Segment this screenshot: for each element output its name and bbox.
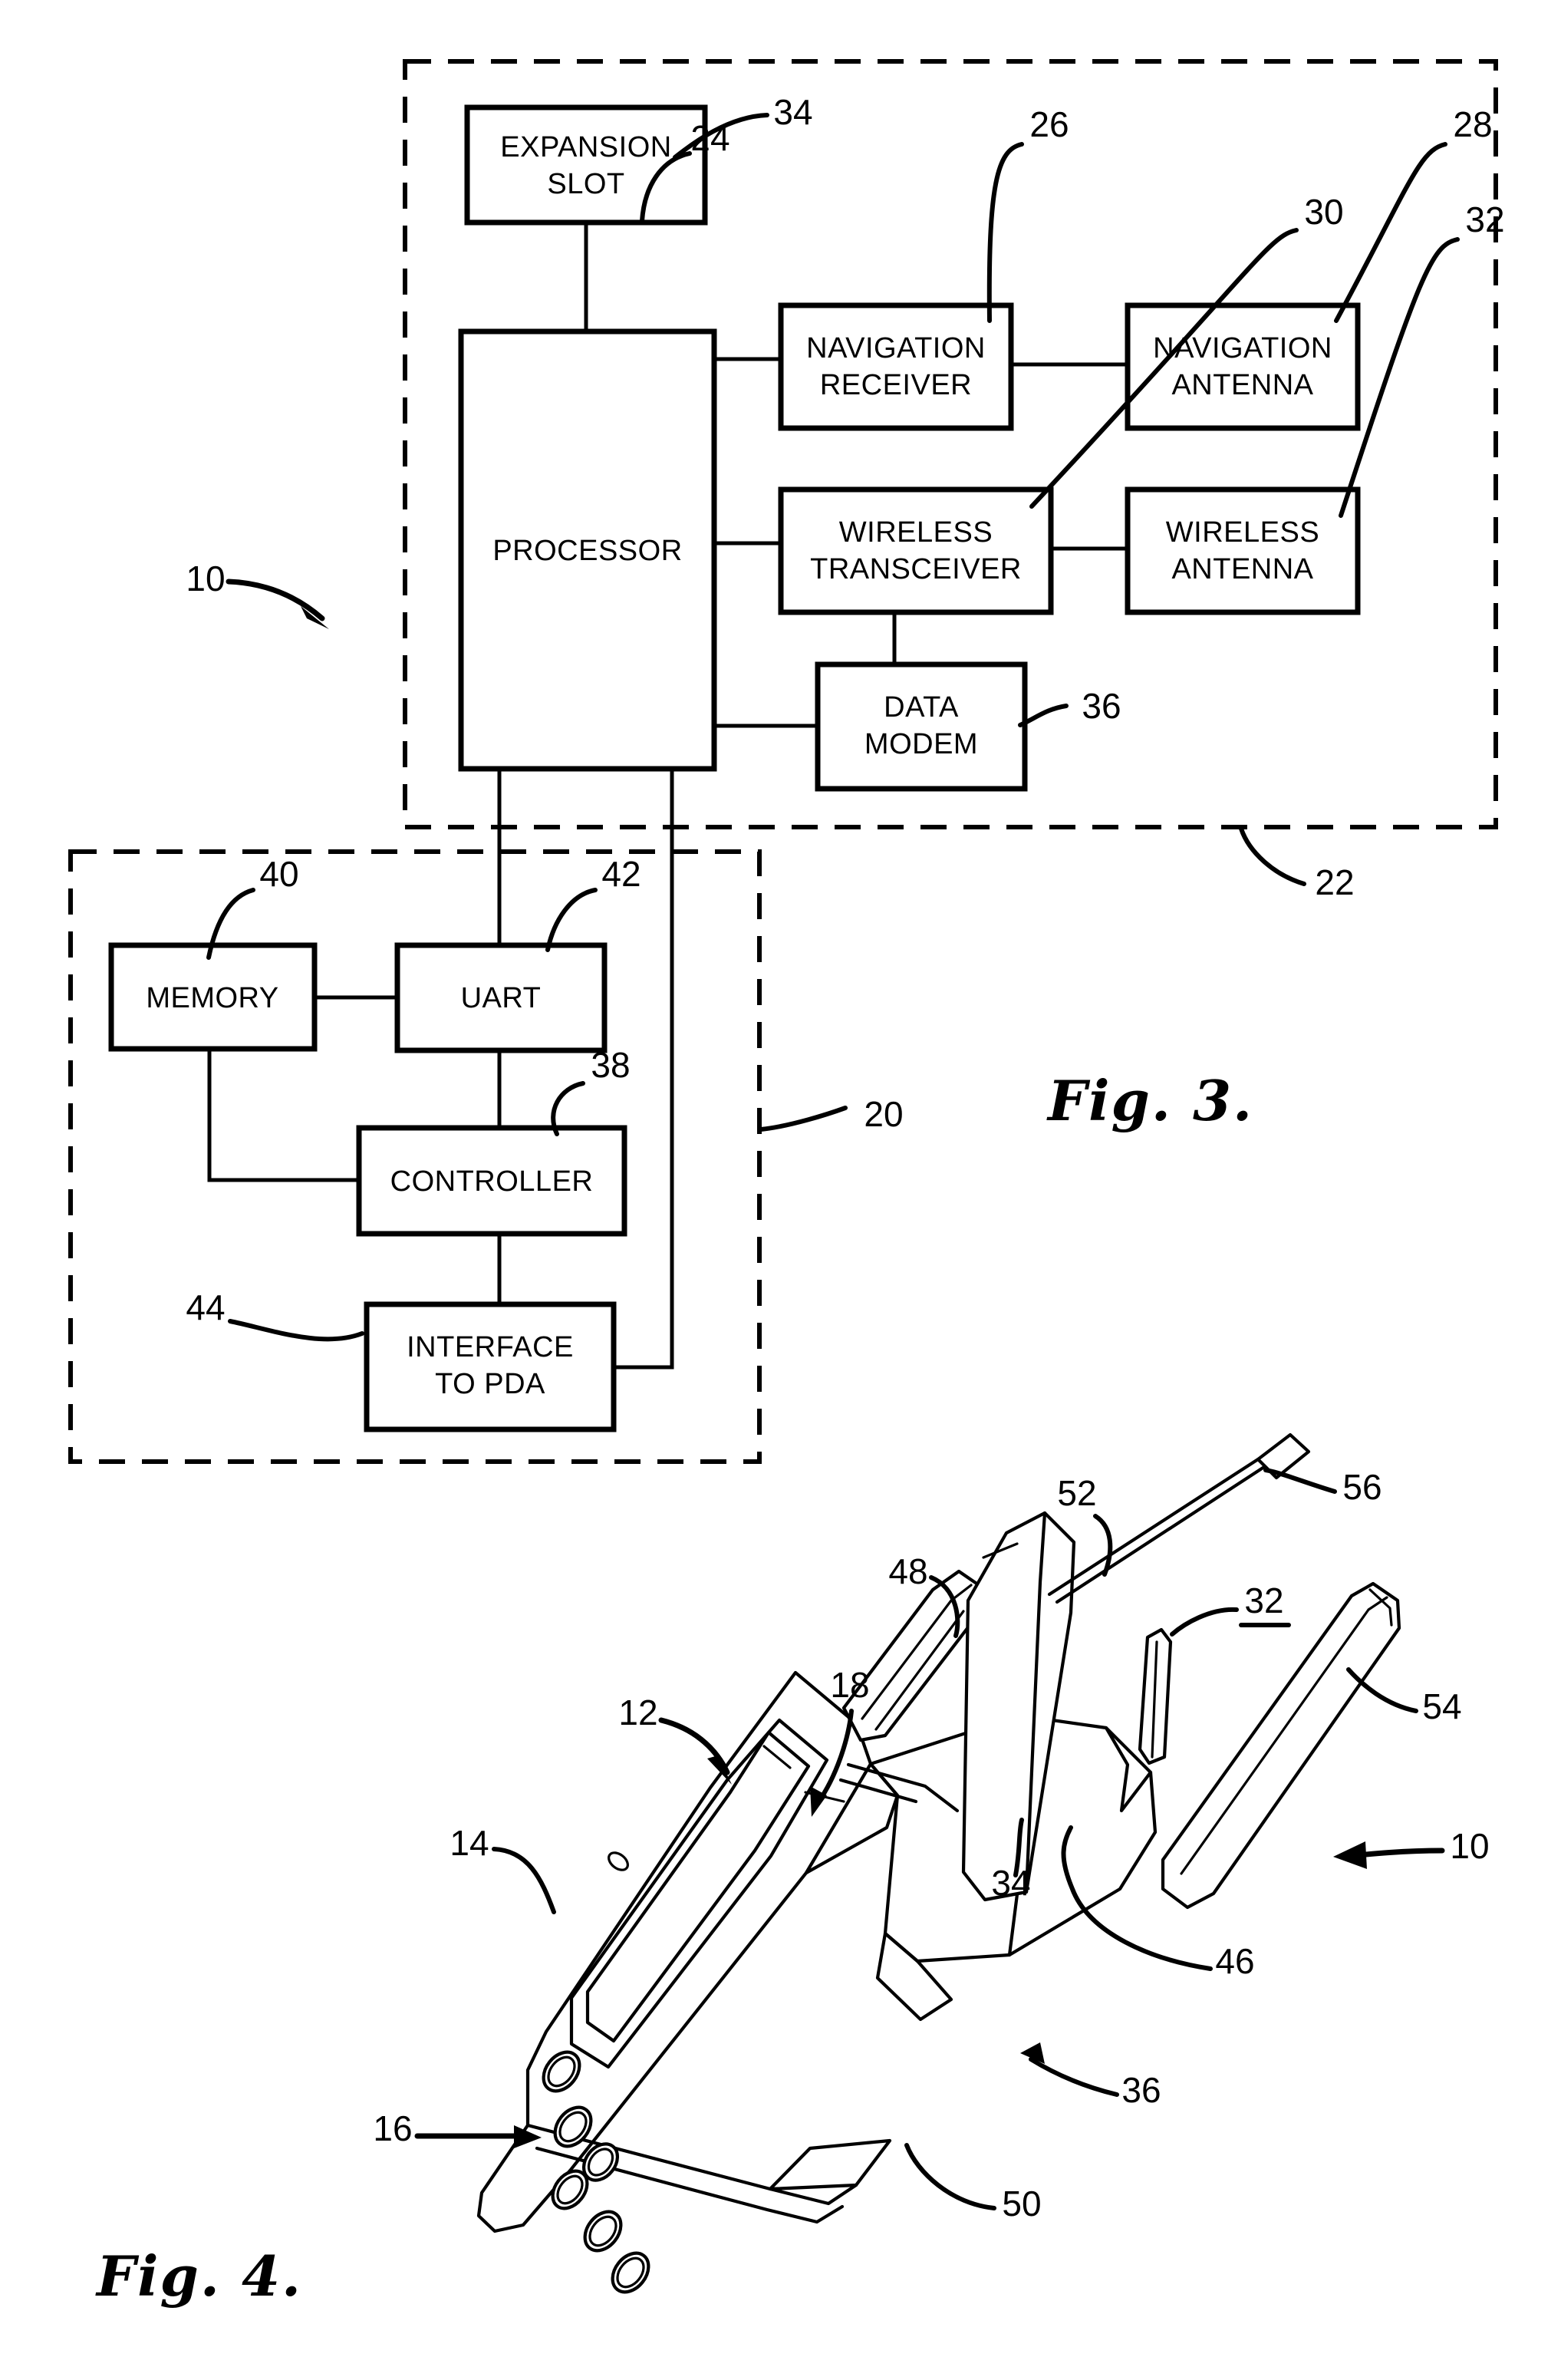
block-wireless-antenna-label-line1: WIRELESS bbox=[1166, 516, 1319, 549]
leader-50 bbox=[904, 2143, 996, 2210]
refnum-12: 12 bbox=[618, 1693, 657, 1732]
refnum-20: 20 bbox=[864, 1094, 903, 1134]
refnum-24: 24 bbox=[690, 118, 729, 158]
refnum-36-fig3: 36 bbox=[1082, 686, 1121, 726]
figure-4-group: 52 56 48 32 54 18 12 10 34 46 14 36 16 5… bbox=[95, 1432, 1490, 2309]
block-wireless-antenna-label-line2: ANTENNA bbox=[1171, 553, 1313, 585]
refnum-30: 30 bbox=[1304, 192, 1343, 232]
refnum-18: 18 bbox=[830, 1665, 869, 1705]
block-data-modem bbox=[815, 661, 1028, 792]
refnum-48: 48 bbox=[888, 1551, 927, 1591]
block-uart-label: UART bbox=[461, 982, 542, 1014]
block-wireless-antenna bbox=[1125, 486, 1361, 615]
block-data-modem-label-line2: MODEM bbox=[864, 728, 978, 760]
refnum-16: 16 bbox=[373, 2108, 412, 2148]
refnum-32-fig4: 32 bbox=[1244, 1581, 1283, 1620]
refnum-32-fig3: 32 bbox=[1465, 199, 1504, 239]
pda-bezel-hole bbox=[608, 1851, 629, 1871]
leader-30 bbox=[1029, 228, 1299, 509]
pda-button[interactable] bbox=[578, 2205, 628, 2258]
leader-52 bbox=[1093, 1514, 1113, 1577]
refnum-50: 50 bbox=[1002, 2184, 1041, 2223]
leader-26 bbox=[986, 142, 1024, 323]
refnum-38: 38 bbox=[591, 1045, 630, 1085]
block-navigation-receiver bbox=[778, 302, 1014, 431]
refnum-44: 44 bbox=[186, 1287, 225, 1327]
leader-24 bbox=[640, 151, 692, 223]
block-expansion-slot-label-line1: EXPANSION bbox=[500, 131, 671, 163]
refnum-10-fig3: 10 bbox=[186, 559, 225, 598]
leader-20 bbox=[759, 1106, 848, 1132]
leader-22 bbox=[1239, 826, 1306, 886]
block-data-modem-label-line1: DATA bbox=[884, 691, 959, 724]
leader-14 bbox=[492, 1847, 556, 1914]
block-navigation-receiver-label-line1: NAVIGATION bbox=[806, 332, 986, 364]
block-interface-to-pda bbox=[364, 1301, 617, 1432]
refnum-42: 42 bbox=[601, 854, 641, 894]
leader-56 bbox=[1263, 1468, 1337, 1494]
refnum-40: 40 bbox=[259, 854, 298, 894]
refnum-10-fig4: 10 bbox=[1450, 1826, 1489, 1866]
refnum-46: 46 bbox=[1215, 1941, 1254, 1981]
block-processor-label: PROCESSOR bbox=[492, 535, 682, 567]
block-wireless-transceiver bbox=[778, 486, 1054, 615]
block-navigation-antenna-label-line2: ANTENNA bbox=[1171, 369, 1313, 401]
block-memory-label: MEMORY bbox=[146, 982, 278, 1014]
block-expansion-slot-label-line2: SLOT bbox=[547, 168, 624, 200]
refnum-56: 56 bbox=[1342, 1467, 1382, 1507]
block-interface-to-pda-label-line1: INTERFACE bbox=[407, 1331, 574, 1363]
pda-button[interactable] bbox=[605, 2246, 656, 2299]
arrowhead-10-fig4 bbox=[1333, 1841, 1367, 1869]
block-navigation-antenna-label-line1: NAVIGATION bbox=[1153, 332, 1332, 364]
block-controller-label: CONTROLLER bbox=[390, 1165, 594, 1198]
refnum-26: 26 bbox=[1029, 104, 1069, 144]
wire-memory-to-controller bbox=[207, 1049, 359, 1182]
refnum-34-fig4: 34 bbox=[991, 1863, 1030, 1903]
leader-42 bbox=[545, 888, 598, 952]
block-interface-to-pda-label-line2: TO PDA bbox=[435, 1368, 545, 1400]
leader-44 bbox=[228, 1319, 364, 1342]
refnum-34: 34 bbox=[773, 92, 812, 132]
figure-3-group: EXPANSION SLOT PROCESSOR NAVIGATION RECE… bbox=[68, 59, 1505, 1464]
figure-4-caption: Fig. 4. bbox=[95, 2243, 302, 2309]
drawing-canvas: EXPANSION SLOT PROCESSOR NAVIGATION RECE… bbox=[68, 59, 1505, 2309]
refnum-22: 22 bbox=[1315, 862, 1354, 902]
refnum-36-fig4: 36 bbox=[1121, 2070, 1161, 2110]
refnum-28: 28 bbox=[1453, 104, 1492, 144]
block-wireless-transceiver-label-line2: TRANSCEIVER bbox=[810, 553, 1022, 585]
pda-housing-bottom-lip bbox=[768, 2138, 892, 2191]
refnum-52: 52 bbox=[1057, 1473, 1096, 1513]
leader-28 bbox=[1334, 142, 1447, 323]
leader-36-fig4 bbox=[1029, 2057, 1119, 2097]
leader-32-fig4 bbox=[1170, 1607, 1239, 1637]
refnum-14: 14 bbox=[450, 1823, 489, 1863]
figure-3-caption: Fig. 3. bbox=[1046, 1068, 1253, 1133]
block-navigation-receiver-label-line2: RECEIVER bbox=[820, 369, 972, 401]
patent-drawing-sheet: EXPANSION SLOT PROCESSOR NAVIGATION RECE… bbox=[0, 0, 1561, 2380]
refnum-54: 54 bbox=[1422, 1686, 1461, 1726]
block-wireless-transceiver-label-line1: WIRELESS bbox=[839, 516, 993, 549]
